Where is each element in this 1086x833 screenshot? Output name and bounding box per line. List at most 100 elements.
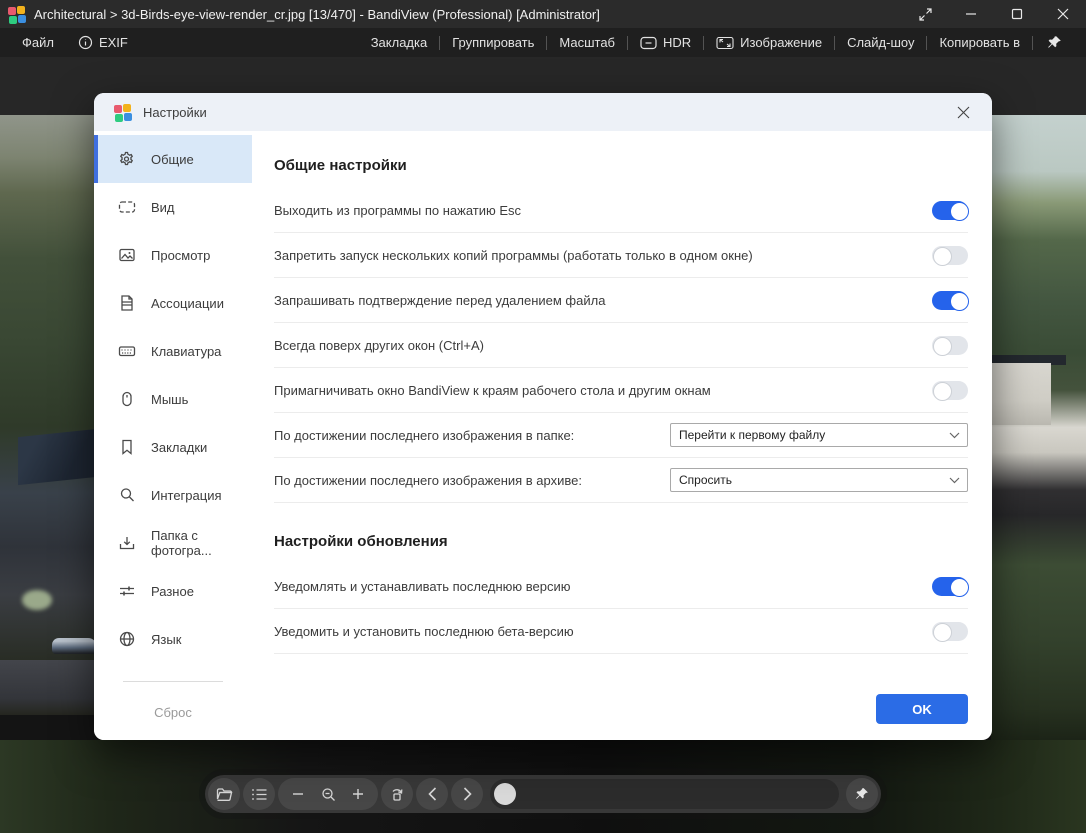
resize-icon — [716, 36, 734, 50]
setting-row-last-image-folder: По достижении последнего изображения в п… — [274, 413, 968, 458]
maximize-button[interactable] — [994, 0, 1040, 28]
bandiview-logo-icon — [8, 6, 25, 23]
menu-copy-to[interactable]: Копировать в — [927, 28, 1032, 57]
sidebar-item-label: Язык — [151, 632, 181, 647]
sidebar-item-label: Папка с фотогра... — [151, 528, 252, 558]
sidebar-item-bookmarks[interactable]: Закладки — [94, 423, 252, 471]
image-icon — [118, 246, 136, 264]
list-icon[interactable] — [243, 778, 275, 810]
setting-row-beta-update: Уведомить и установить последнюю бета-ве… — [274, 609, 968, 654]
keyboard-icon — [118, 342, 136, 360]
sidebar-item-label: Ассоциации — [151, 296, 224, 311]
sidebar-item-label: Разное — [151, 584, 194, 599]
zoom-out-icon[interactable] — [284, 778, 312, 810]
menu-exif[interactable]: EXIF — [66, 28, 140, 57]
sidebar-item-label: Мышь — [151, 392, 188, 407]
toggle-always-on-top[interactable] — [932, 336, 968, 355]
sidebar-item-label: Закладки — [151, 440, 207, 455]
select-last-image-folder[interactable]: Перейти к первому файлу — [670, 423, 968, 447]
sidebar-item-browse[interactable]: Просмотр — [94, 231, 252, 279]
background-render-right — [991, 115, 1086, 740]
close-button[interactable] — [1040, 0, 1086, 28]
setting-row-always-on-top: Всегда поверх других окон (Ctrl+A) — [274, 323, 968, 368]
slider-thumb[interactable] — [494, 783, 516, 805]
rotate-icon[interactable] — [381, 778, 413, 810]
bandiview-logo-icon — [114, 104, 131, 121]
settings-panel: Общие настройки Выходить из программы по… — [252, 131, 992, 740]
sidebar-item-integration[interactable]: Интеграция — [94, 471, 252, 519]
search-icon — [118, 486, 136, 504]
settings-dialog-header: Настройки — [94, 93, 992, 131]
image-position-slider[interactable] — [490, 779, 839, 809]
toggle-confirm-delete[interactable] — [932, 291, 968, 310]
window-title: Architectural > 3d-Birds-eye-view-render… — [34, 7, 600, 22]
gear-icon — [118, 150, 136, 168]
sidebar-item-mouse[interactable]: Мышь — [94, 375, 252, 423]
titlebar: Architectural > 3d-Birds-eye-view-render… — [0, 0, 1086, 28]
chevron-down-icon — [949, 432, 960, 439]
settings-sidebar: Общие Вид Просмотр Ассоциации — [94, 131, 252, 740]
sidebar-item-label: Общие — [151, 152, 194, 167]
menu-image[interactable]: Изображение — [704, 28, 834, 57]
sidebar-item-label: Интеграция — [151, 488, 222, 503]
zoom-control-group — [278, 778, 378, 810]
sidebar-item-general[interactable]: Общие — [94, 135, 252, 183]
settings-dialog: Настройки Общие Вид — [94, 93, 992, 740]
section-title-updates: Настройки обновления — [274, 533, 968, 550]
chevron-right-icon[interactable] — [451, 778, 483, 810]
chevron-left-icon[interactable] — [416, 778, 448, 810]
setting-row-single-instance: Запретить запуск нескольких копий програ… — [274, 233, 968, 278]
document-icon — [118, 294, 136, 312]
menu-hdr[interactable]: HDR — [628, 28, 703, 57]
sidebar-divider — [123, 681, 223, 682]
setting-row-auto-update: Уведомлять и устанавливать последнюю вер… — [274, 564, 968, 609]
magnifier-icon[interactable] — [314, 778, 342, 810]
setting-row-snap-window: Примагничивать окно BandiView к краям ра… — [274, 368, 968, 413]
menu-file[interactable]: Файл — [10, 28, 66, 57]
sidebar-item-view[interactable]: Вид — [94, 183, 252, 231]
download-tray-icon — [118, 534, 136, 552]
sidebar-item-keyboard[interactable]: Клавиатура — [94, 327, 252, 375]
globe-icon — [118, 630, 136, 648]
mouse-icon — [118, 390, 136, 408]
toggle-single-instance[interactable] — [932, 246, 968, 265]
menu-group[interactable]: Группировать — [440, 28, 546, 57]
pin-icon[interactable] — [846, 778, 878, 810]
reset-button[interactable]: Сброс — [154, 705, 192, 720]
section-title-general: Общие настройки — [274, 157, 968, 174]
select-last-image-archive[interactable]: Спросить — [670, 468, 968, 492]
viewer-toolbar — [205, 775, 881, 813]
sidebar-item-misc[interactable]: Разное — [94, 567, 252, 615]
sidebar-item-associations[interactable]: Ассоциации — [94, 279, 252, 327]
toggle-snap-window[interactable] — [932, 381, 968, 400]
setting-row-exit-esc: Выходить из программы по нажатию Esc — [274, 188, 968, 233]
toggle-exit-esc[interactable] — [932, 201, 968, 220]
ok-button[interactable]: OK — [876, 694, 968, 724]
setting-row-confirm-delete: Запрашивать подтверждение перед удаление… — [274, 278, 968, 323]
sidebar-item-language[interactable]: Язык — [94, 615, 252, 663]
chevron-down-icon — [949, 477, 960, 484]
hdr-icon — [640, 36, 657, 50]
menu-scale[interactable]: Масштаб — [547, 28, 627, 57]
window-controls — [902, 0, 1086, 28]
fullscreen-expand-icon[interactable] — [902, 0, 948, 28]
minimize-button[interactable] — [948, 0, 994, 28]
sliders-icon — [118, 582, 136, 600]
info-icon — [78, 35, 93, 50]
folder-icon[interactable] — [208, 778, 240, 810]
background-render-left — [0, 115, 97, 715]
menubar: Файл EXIF Закладка Группировать Масштаб … — [0, 28, 1086, 57]
bookmark-icon — [118, 438, 136, 456]
dialog-close-icon[interactable] — [948, 97, 978, 127]
menu-slideshow[interactable]: Слайд-шоу — [835, 28, 926, 57]
sidebar-item-label: Просмотр — [151, 248, 210, 263]
zoom-in-icon[interactable] — [344, 778, 372, 810]
sidebar-item-photo-folder[interactable]: Папка с фотогра... — [94, 519, 252, 567]
toggle-auto-update[interactable] — [932, 577, 968, 596]
sidebar-item-label: Клавиатура — [151, 344, 221, 359]
setting-row-last-image-archive: По достижении последнего изображения в а… — [274, 458, 968, 503]
sidebar-item-label: Вид — [151, 200, 175, 215]
pin-icon[interactable] — [1033, 28, 1076, 57]
menu-bookmark[interactable]: Закладка — [359, 28, 440, 57]
toggle-beta-update[interactable] — [932, 622, 968, 641]
